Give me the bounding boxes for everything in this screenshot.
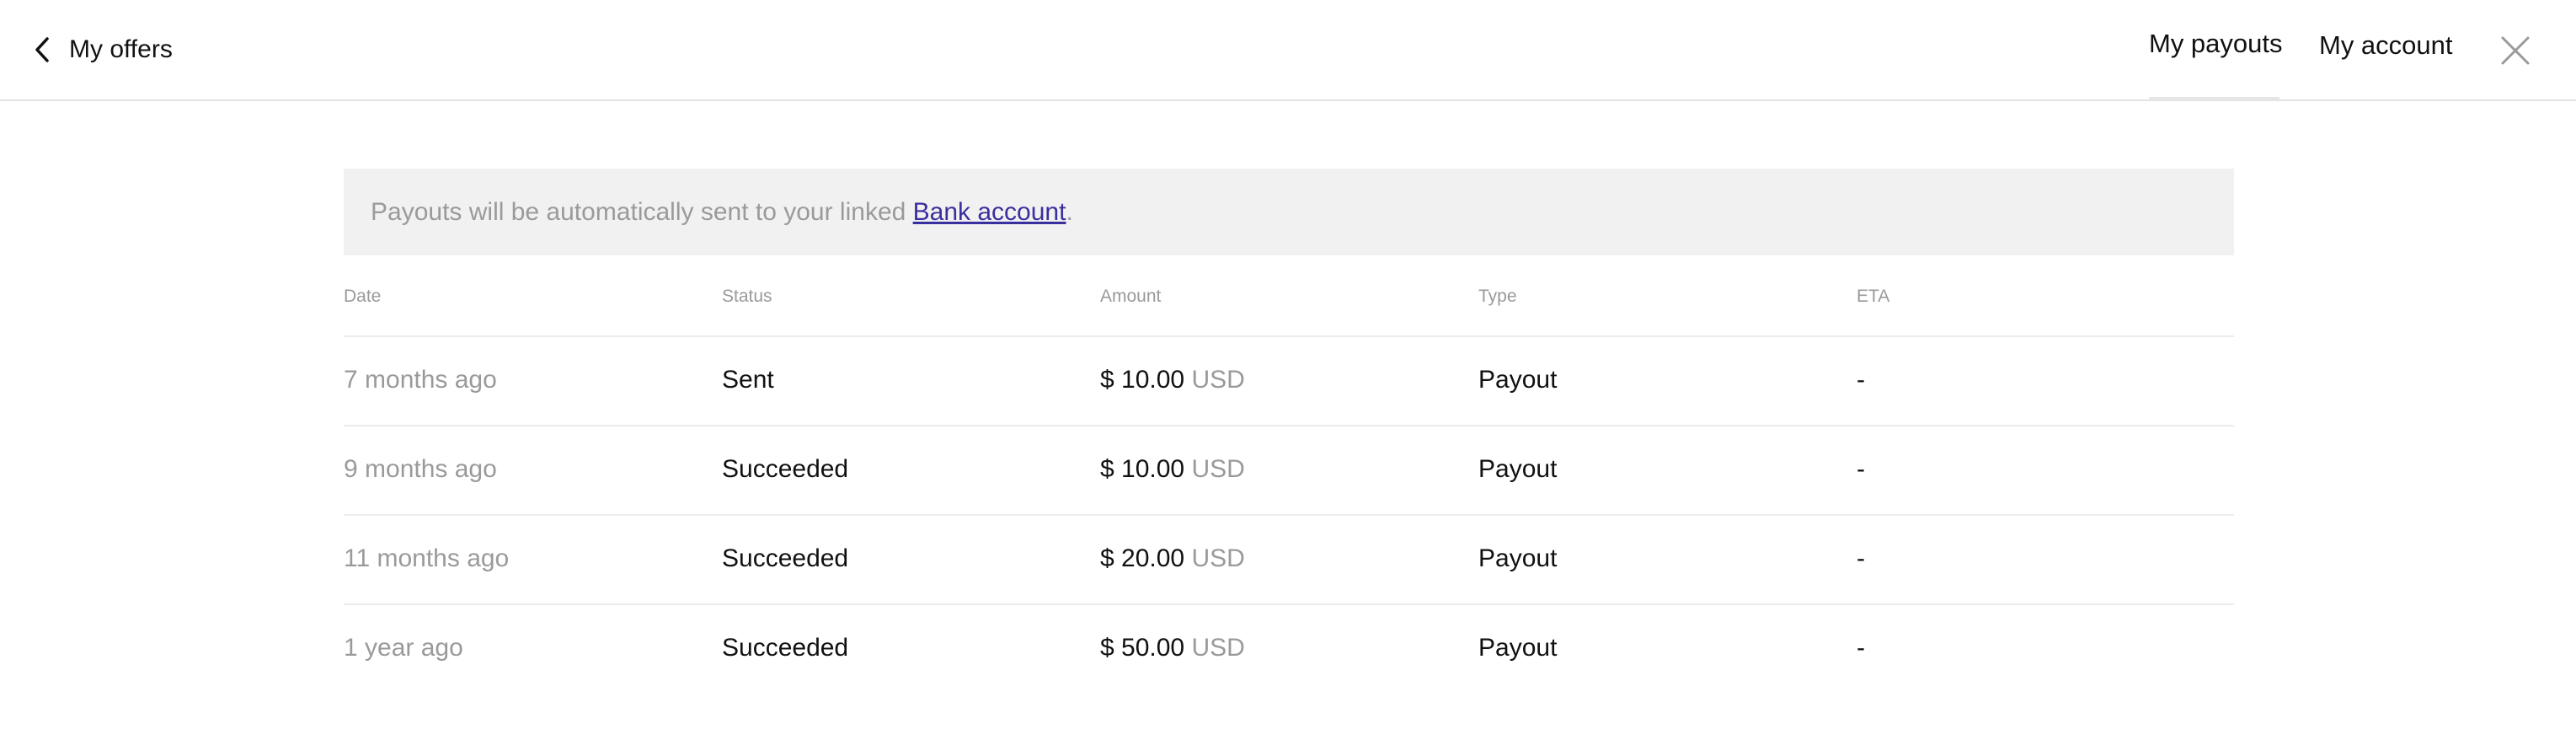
row-eta: - <box>1857 544 1865 572</box>
amount-value: $ 10.00 <box>1100 366 1185 394</box>
top-bar: My offers My payouts My account <box>0 0 2576 101</box>
table-header: Date Status Amount Type ETA <box>344 270 2234 337</box>
column-header-status: Status <box>722 287 772 306</box>
amount-value: $ 10.00 <box>1100 455 1185 483</box>
amount-currency: USD <box>1191 634 1245 662</box>
row-status: Succeeded <box>722 634 849 662</box>
table-row: 1 year ago Succeeded $ 50.00 USD Payout … <box>344 605 2234 694</box>
row-date: 1 year ago <box>344 634 463 662</box>
row-type: Payout <box>1478 455 1558 483</box>
close-button[interactable] <box>2499 34 2532 67</box>
row-status: Succeeded <box>722 544 849 572</box>
row-type: Payout <box>1478 634 1558 662</box>
amount-currency: USD <box>1191 455 1245 483</box>
bank-account-link[interactable]: Bank account <box>913 198 1066 227</box>
row-type: Payout <box>1478 544 1558 572</box>
chevron-left-icon <box>35 37 49 62</box>
row-date: 11 months ago <box>344 544 510 572</box>
close-icon <box>2501 36 2530 65</box>
amount-currency: USD <box>1191 544 1245 572</box>
back-button[interactable]: My offers <box>32 32 173 67</box>
amount-currency: USD <box>1191 366 1245 394</box>
amount-value: $ 50.00 <box>1100 634 1185 662</box>
nav-my-account[interactable]: My account <box>2319 30 2453 61</box>
row-amount: $ 50.00 USD <box>1100 634 1245 662</box>
row-eta: - <box>1857 634 1865 662</box>
banner-text-end: . <box>1066 197 1073 226</box>
row-type: Payout <box>1478 366 1558 394</box>
table-row: 11 months ago Succeeded $ 20.00 USD Payo… <box>344 516 2234 605</box>
column-header-eta: ETA <box>1857 287 1890 306</box>
banner-text: Payouts will be automatically sent to yo… <box>371 197 913 226</box>
row-date: 9 months ago <box>344 455 497 483</box>
nav-my-payouts[interactable]: My payouts <box>2149 29 2283 59</box>
row-date: 7 months ago <box>344 366 497 394</box>
amount-value: $ 20.00 <box>1100 544 1185 572</box>
row-status: Succeeded <box>722 455 849 483</box>
column-header-amount: Amount <box>1100 287 1162 306</box>
back-label: My offers <box>69 35 173 63</box>
row-status: Sent <box>722 366 774 394</box>
column-header-type: Type <box>1478 287 1517 306</box>
column-header-date: Date <box>344 287 382 306</box>
table-row: 7 months ago Sent $ 10.00 USD Payout - <box>344 337 2234 426</box>
row-eta: - <box>1857 366 1865 394</box>
row-amount: $ 10.00 USD <box>1100 455 1245 484</box>
payout-info-banner: Payouts will be automatically sent to yo… <box>344 169 2234 255</box>
active-tab-indicator <box>2149 97 2279 100</box>
row-eta: - <box>1857 455 1865 483</box>
row-amount: $ 20.00 USD <box>1100 544 1245 573</box>
payouts-table: Date Status Amount Type ETA 7 months ago… <box>344 270 2234 694</box>
table-row: 9 months ago Succeeded $ 10.00 USD Payou… <box>344 426 2234 516</box>
row-amount: $ 10.00 USD <box>1100 366 1245 394</box>
